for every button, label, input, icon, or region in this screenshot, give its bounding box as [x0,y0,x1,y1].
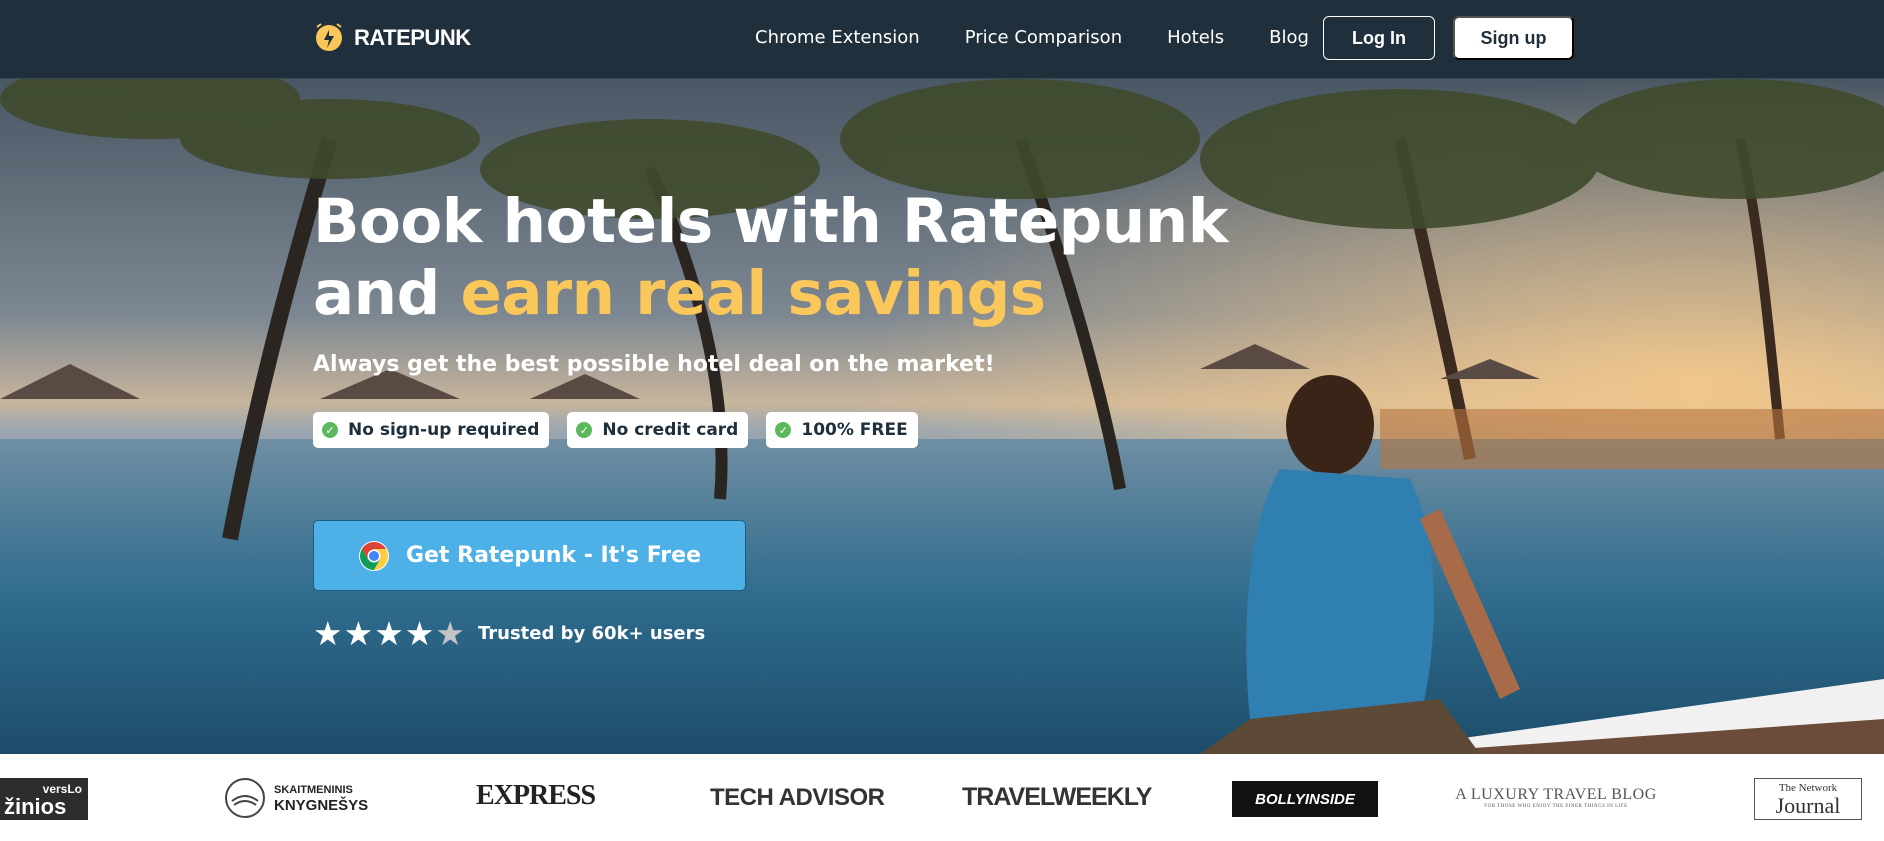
nav-link-chrome-extension[interactable]: Chrome Extension [755,27,920,48]
headline-line-2-prefix: and [313,258,461,329]
hero-headline: Book hotels with Ratepunk and earn real … [313,186,1228,330]
signup-button[interactable]: Sign up [1453,16,1574,60]
press-logo-express: EXPRESS [476,780,596,812]
hero-section: Book hotels with Ratepunk and earn real … [0,79,1884,754]
press-logo-line: A LUXURY TRAVEL BLOG [1455,786,1657,803]
check-icon: ✓ [775,422,792,438]
hero-subheadline: Always get the best possible hotel deal … [313,352,995,377]
badge-no-signup: ✓ No sign-up required [313,412,550,448]
press-logo-luxury-travel-blog: A LUXURY TRAVEL BLOG FOR THOSE WHO ENJOY… [1450,786,1662,809]
star-icon: ★ [313,614,343,653]
press-logo-line: FOR THOSE WHO ENJOY THE FINER THINGS IN … [1484,804,1628,809]
badge-no-credit-card: ✓ No credit card [567,412,749,448]
book-icon [225,778,265,818]
press-logo-line: KNYGNEŠYS [274,797,369,814]
press-logo-verslo-zinios: versLo žinios [0,778,88,820]
press-logo-tech-advisor: TECH ADVISOR [710,784,885,812]
headline-line-1: Book hotels with Ratepunk [313,186,1228,257]
star-icon: ★ [374,614,404,653]
press-logo-line: Journal [1775,793,1841,818]
press-logo-text: BOLLYINSIDE [1255,790,1355,808]
badge-label: No sign-up required [348,420,540,440]
badge-label: No credit card [602,420,739,440]
chrome-icon [358,540,389,571]
trusted-text: Trusted by 60k+ users [477,623,706,644]
hero-background-image [0,79,1884,754]
press-logo-line: žinios [4,794,67,819]
main-menu: Chrome Extension Price Comparison Hotels… [755,27,1354,48]
login-button[interactable]: Log In [1323,16,1435,60]
press-logo-travelweekly: TRAVELWEEKLY [962,783,1152,812]
brand-name: RATEPUNK [354,25,471,50]
press-logo-the-network-journal: The Network Journal [1754,778,1862,820]
cta-label: Get Ratepunk - It's Free [405,543,702,568]
star-icon: ★ [343,614,374,653]
press-logo-line: SKAITMENINIS [274,784,353,796]
nav-link-blog[interactable]: Blog [1269,27,1309,48]
headline-accent: earn real savings [460,258,1047,329]
user-rating: ★ ★ ★ ★ ★ Trusted by 60k+ users [313,617,705,650]
press-logo-bollyinside: BOLLYINSIDE [1232,781,1378,817]
star-icon: ★ [435,614,465,653]
press-logo-text: EXPRESS [476,780,596,811]
brand-logo[interactable]: RATEPUNK [314,21,471,55]
press-logo-text: TECH ADVISOR [710,784,885,811]
press-logos-strip: versLo žinios SKAITMENINIS KNYGNEŠYS EXP… [0,754,1884,841]
top-navigation: RATEPUNK Chrome Extension Price Comparis… [0,0,1884,79]
ratepunk-logo-icon [316,23,342,51]
nav-link-hotels[interactable]: Hotels [1167,27,1224,48]
badge-label: 100% FREE [801,420,908,440]
badge-free: ✓ 100% FREE [766,412,918,448]
star-icon: ★ [404,614,435,653]
press-logo-text: TRAVELWEEKLY [962,783,1152,811]
feature-badges: ✓ No sign-up required ✓ No credit card ✓… [313,412,936,448]
check-icon: ✓ [576,422,593,438]
get-ratepunk-button[interactable]: Get Ratepunk - It's Free [313,520,746,591]
check-icon: ✓ [322,422,338,438]
press-logo-skaitmeninis-knygnesys: SKAITMENINIS KNYGNEŠYS [224,777,368,819]
nav-link-price-comparison[interactable]: Price Comparison [965,27,1122,48]
